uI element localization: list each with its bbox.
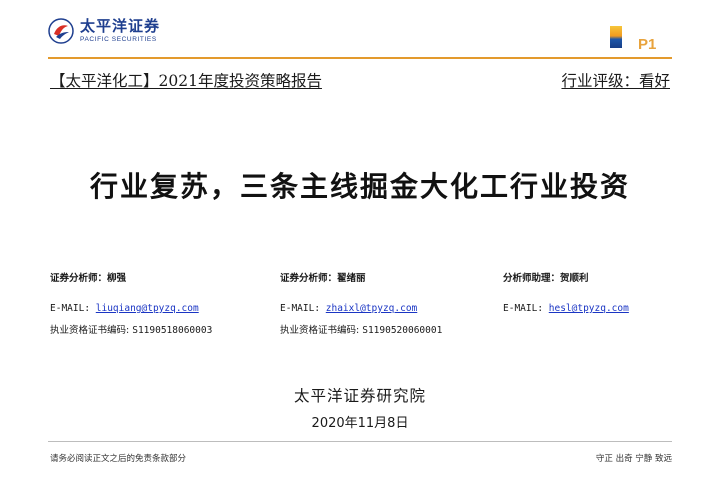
email-label: E-MAIL:	[280, 303, 326, 314]
footer-disclaimer: 请务必阅读正文之后的免责条款部分	[50, 454, 187, 464]
cert-number: S1190520060001	[362, 325, 443, 336]
header-divider	[48, 57, 672, 59]
report-date: 2020年11月8日	[311, 416, 409, 431]
page-number: P1	[638, 36, 657, 53]
logo-chinese-name: 太平洋证券	[80, 16, 161, 35]
logo-text: 太平洋证券 PACIFIC SECURITIES	[80, 16, 161, 44]
analyst-block-2: 证券分析师：翟绪丽 E-MAIL: zhaixl@tpyzq.com 执业资格证…	[280, 272, 442, 342]
analyst-cert-row: 执业资格证书编码: S1190520060001	[280, 320, 442, 342]
email-label: E-MAIL:	[50, 303, 96, 314]
cert-number: S1190518060003	[132, 325, 213, 336]
report-title: 行业复苏，三条主线掘金大化工行业投资	[89, 170, 630, 203]
analyst-email-link[interactable]: hesl@tpyzq.com	[549, 303, 629, 314]
analyst-email-row: E-MAIL: zhaixl@tpyzq.com	[280, 298, 442, 320]
analyst-email-link[interactable]: liuqiang@tpyzq.com	[96, 303, 199, 314]
analyst-role: 分析师助理：贺顺利	[503, 273, 589, 284]
analyst-email-row: E-MAIL: liuqiang@tpyzq.com	[50, 298, 212, 320]
analyst-cert-row: 执业资格证书编码: S1190518060003	[50, 320, 212, 342]
analyst-email-link[interactable]: zhaixl@tpyzq.com	[326, 303, 418, 314]
analyst-block-3: 分析师助理：贺顺利 E-MAIL: hesl@tpyzq.com	[503, 272, 629, 320]
footer-motto: 守正 出奇 宁静 致远	[595, 454, 672, 464]
cert-label: 执业资格证书编码:	[280, 325, 363, 336]
report-subtitle: 【太平洋化工】2021年度投资策略报告	[50, 72, 322, 90]
research-institute: 太平洋证券研究院	[293, 387, 426, 405]
company-logo: 太平洋证券 PACIFIC SECURITIES	[48, 18, 160, 44]
color-bar-decoration	[610, 26, 622, 48]
logo-english-name: PACIFIC SECURITIES	[80, 35, 157, 43]
analyst-role: 证券分析师：柳强	[50, 273, 127, 284]
analyst-block-1: 证券分析师：柳强 E-MAIL: liuqiang@tpyzq.com 执业资格…	[50, 272, 212, 342]
pacific-logo-icon	[48, 18, 74, 44]
email-label: E-MAIL:	[503, 303, 549, 314]
industry-rating: 行业评级：看好	[561, 72, 670, 90]
cert-label: 执业资格证书编码:	[50, 325, 133, 336]
analyst-email-row: E-MAIL: hesl@tpyzq.com	[503, 298, 629, 320]
analyst-role: 证券分析师：翟绪丽	[280, 273, 366, 284]
footer-divider	[48, 441, 672, 442]
